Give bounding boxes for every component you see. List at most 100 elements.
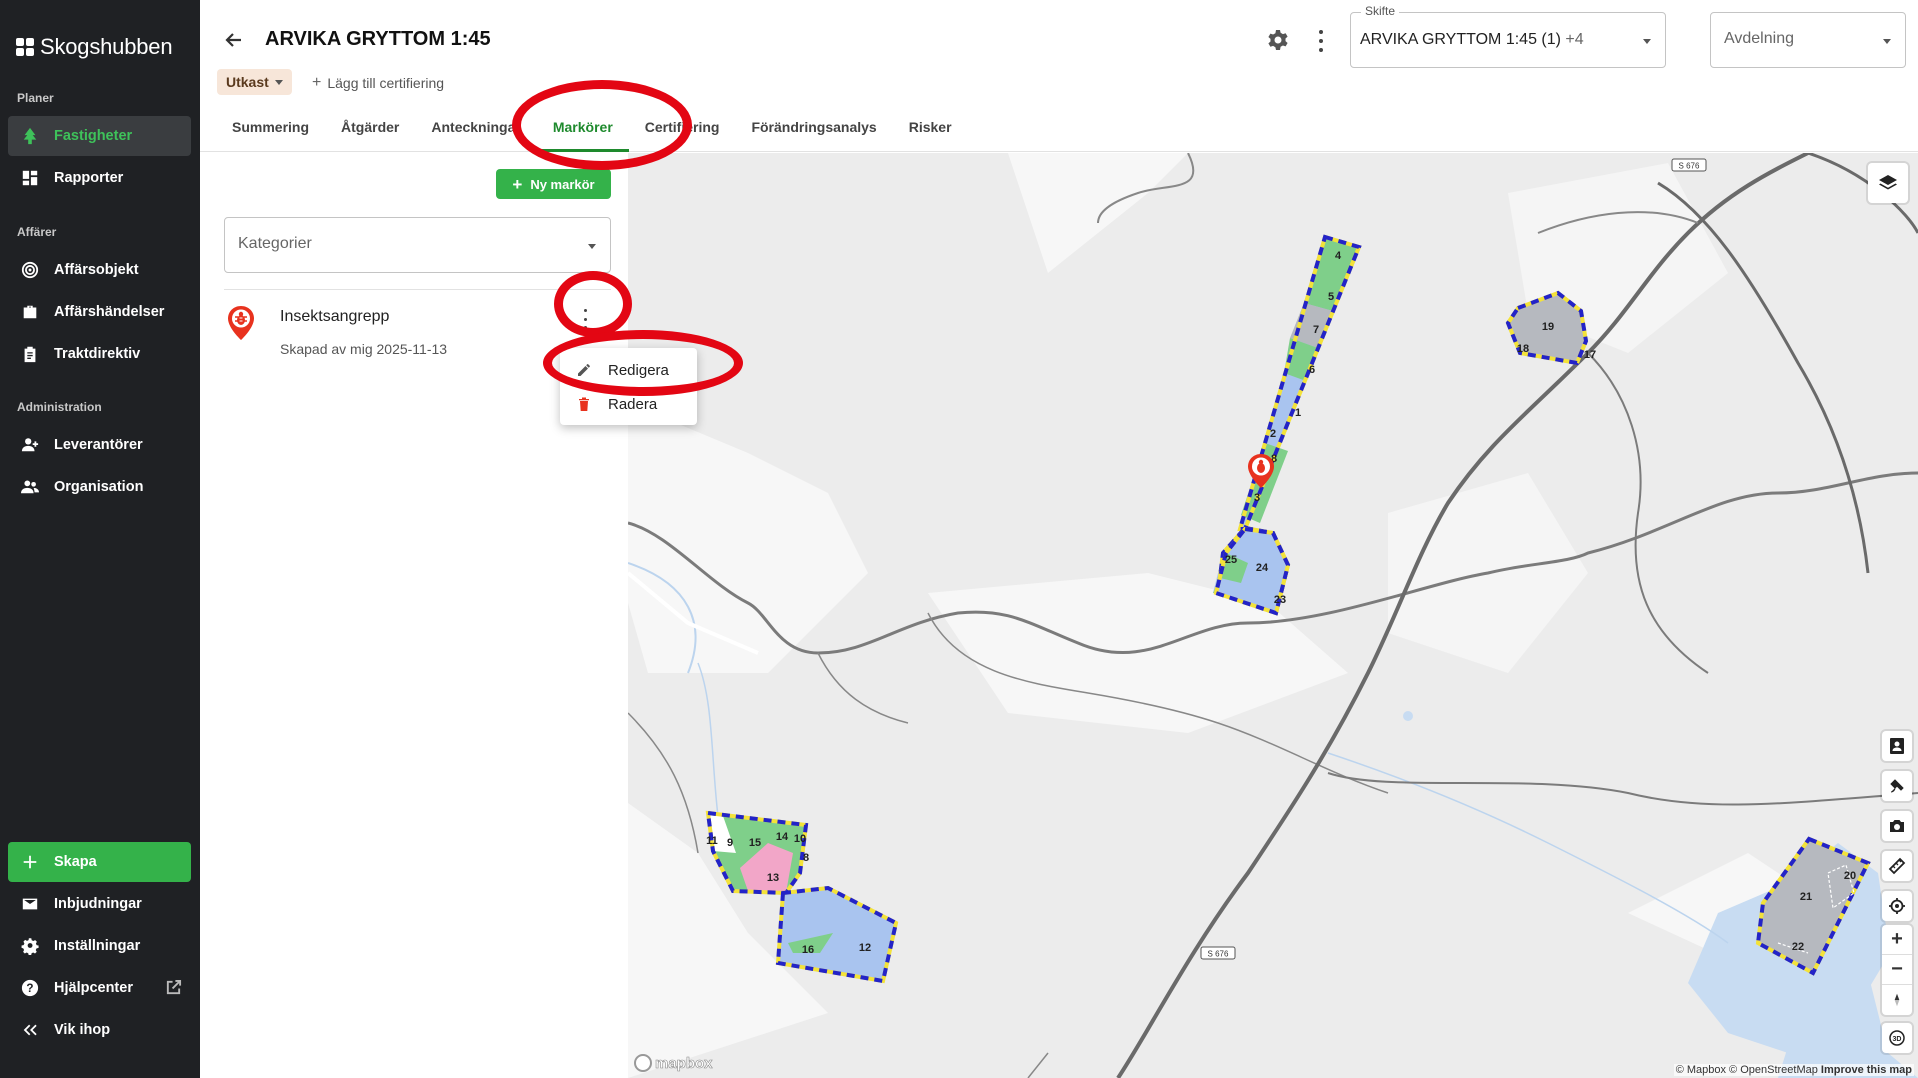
sidebar-collapse-button[interactable]: Vik ihop bbox=[8, 1010, 191, 1050]
gear-icon bbox=[1268, 30, 1288, 50]
svg-text:3D: 3D bbox=[1893, 1036, 1902, 1043]
marker-options-button[interactable] bbox=[580, 309, 590, 329]
3d-toggle-button[interactable]: 3D bbox=[1882, 1023, 1912, 1053]
map-view[interactable]: S 676 S 676 4 5 7 6 1 2 8 3 25 24 23 19 … bbox=[628, 153, 1918, 1078]
svg-text:25: 25 bbox=[1225, 554, 1237, 566]
satellite-button[interactable] bbox=[1882, 771, 1912, 801]
svg-text:21: 21 bbox=[1800, 891, 1812, 903]
sidebar-item-installningar[interactable]: Inställningar bbox=[8, 926, 191, 966]
road-shield: S 676 bbox=[1200, 946, 1236, 960]
settings-button[interactable] bbox=[1266, 28, 1292, 54]
marker-title[interactable]: Insektsangrepp bbox=[280, 308, 389, 326]
sidebar-item-affarsobjekt[interactable]: Affärsobjekt bbox=[8, 250, 191, 290]
tab-atgarder[interactable]: Åtgärder bbox=[325, 112, 415, 152]
sidebar-item-label: Traktdirektiv bbox=[54, 346, 141, 362]
bug-marker-icon bbox=[226, 305, 256, 341]
menu-item-label: Radera bbox=[608, 395, 658, 413]
new-marker-button[interactable]: + Ny markör bbox=[496, 169, 611, 199]
skifte-value: ARVIKA GRYTTOM 1:45 (1) bbox=[1360, 31, 1561, 48]
trash-icon bbox=[579, 397, 589, 411]
create-label: Skapa bbox=[54, 854, 97, 870]
tab-risker[interactable]: Risker bbox=[893, 112, 968, 152]
sidebar-item-rapporter[interactable]: Rapporter bbox=[8, 158, 191, 198]
zoom-in-button[interactable]: + bbox=[1882, 925, 1912, 955]
sidebar-item-organisation[interactable]: Organisation bbox=[8, 467, 191, 507]
sidebar-item-label: Inställningar bbox=[54, 938, 141, 954]
menu-item-radera[interactable]: Radera bbox=[560, 387, 697, 421]
sidebar-item-hjalpcenter[interactable]: ? Hjälpcenter bbox=[8, 968, 191, 1008]
arrow-left-icon bbox=[225, 33, 241, 47]
more-options-button[interactable] bbox=[1316, 30, 1326, 52]
measure-button[interactable] bbox=[1882, 851, 1912, 881]
svg-text:10: 10 bbox=[794, 833, 806, 845]
svg-text:19: 19 bbox=[1542, 321, 1554, 333]
svg-text:22: 22 bbox=[1792, 941, 1804, 953]
layers-button[interactable] bbox=[1868, 163, 1908, 203]
section-affarer: Affärer bbox=[17, 225, 57, 239]
section-planer: Planer bbox=[17, 91, 54, 105]
map-attribution: © Mapbox © OpenStreetMap Improve this ma… bbox=[1673, 1064, 1914, 1076]
clipboard-icon bbox=[20, 344, 40, 364]
skifte-label: Skifte bbox=[1361, 4, 1400, 18]
sidebar-item-inbjudningar[interactable]: Inbjudningar bbox=[8, 884, 191, 924]
zoom-out-button[interactable]: − bbox=[1882, 955, 1912, 985]
markers-panel: + Ny markör Kategorier Insektsangrepp Sk… bbox=[200, 153, 697, 1078]
map-canvas[interactable]: S 676 S 676 4 5 7 6 1 2 8 3 25 24 23 19 … bbox=[628, 153, 1918, 1078]
plus-icon bbox=[20, 852, 40, 872]
section-administration: Administration bbox=[17, 400, 102, 414]
status-dropdown[interactable]: Utkast bbox=[217, 69, 292, 95]
locate-button[interactable] bbox=[1882, 891, 1912, 921]
brand-logo[interactable]: Skogshubben bbox=[16, 34, 173, 60]
svg-text:6: 6 bbox=[1309, 364, 1315, 376]
tab-bar: Summering Åtgärder Anteckningar Markörer… bbox=[216, 112, 968, 152]
add-certification-label: Lägg till certifiering bbox=[327, 75, 445, 91]
svg-text:11: 11 bbox=[706, 835, 718, 847]
road-shield: S 676 bbox=[1671, 158, 1707, 172]
svg-text:7: 7 bbox=[1313, 324, 1319, 336]
sidebar-item-affarshandelser[interactable]: Affärshändelser bbox=[8, 292, 191, 332]
avdelning-placeholder: Avdelning bbox=[1724, 30, 1794, 47]
sidebar-item-label: Affärshändelser bbox=[54, 304, 165, 320]
sidebar-item-label: Rapporter bbox=[54, 170, 124, 186]
svg-text:2: 2 bbox=[1270, 428, 1276, 440]
categories-select[interactable]: Kategorier bbox=[224, 217, 611, 273]
tab-markorer[interactable]: Markörer bbox=[536, 112, 629, 152]
target-icon bbox=[20, 260, 40, 280]
tab-anteckningar[interactable]: Anteckningar bbox=[415, 112, 536, 152]
add-certification-button[interactable]: + Lägg till certifiering bbox=[312, 74, 444, 92]
mapbox-logo[interactable]: mapbox bbox=[634, 1054, 713, 1072]
sidebar-item-fastigheter[interactable]: Fastigheter bbox=[8, 116, 191, 156]
sidebar-item-label: Affärsobjekt bbox=[54, 262, 139, 278]
create-button[interactable]: Skapa bbox=[8, 842, 191, 882]
tab-summering[interactable]: Summering bbox=[216, 112, 325, 152]
sidebar-item-leverantorer[interactable]: Leverantörer bbox=[8, 425, 191, 465]
sidebar-item-label: Organisation bbox=[54, 479, 144, 495]
zoom-controls: + − bbox=[1882, 925, 1912, 1015]
skifte-select[interactable]: Skifte ARVIKA GRYTTOM 1:45 (1) +4 bbox=[1350, 4, 1666, 68]
back-button[interactable] bbox=[224, 30, 246, 52]
tab-certifiering[interactable]: Certifiering bbox=[629, 112, 736, 152]
contact-card-button[interactable] bbox=[1882, 731, 1912, 761]
compass-button[interactable] bbox=[1882, 985, 1912, 1015]
pencil-icon bbox=[578, 364, 590, 376]
menu-item-redigera[interactable]: Redigera bbox=[560, 353, 697, 387]
status-label: Utkast bbox=[226, 74, 269, 90]
attribution-text[interactable]: © Mapbox © OpenStreetMap bbox=[1676, 1064, 1818, 1076]
svg-text:16: 16 bbox=[802, 944, 814, 956]
sidebar-item-traktdirektiv[interactable]: Traktdirektiv bbox=[8, 334, 191, 374]
page-title: ARVIKA GRYTTOM 1:45 bbox=[265, 28, 491, 50]
svg-text:3: 3 bbox=[1254, 492, 1260, 504]
ruler-icon bbox=[1888, 857, 1906, 875]
dashboard-icon bbox=[20, 168, 40, 188]
avdelning-select[interactable]: Avdelning bbox=[1710, 12, 1906, 68]
page-header: ARVIKA GRYTTOM 1:45 Utkast + Lägg till c… bbox=[200, 0, 1918, 152]
svg-text:1: 1 bbox=[1295, 407, 1301, 419]
chevron-down-icon bbox=[274, 79, 283, 85]
svg-text:13: 13 bbox=[767, 872, 779, 884]
gear-icon bbox=[20, 936, 40, 956]
improve-map-link[interactable]: Improve this map bbox=[1821, 1064, 1912, 1076]
camera-button[interactable] bbox=[1882, 811, 1912, 841]
chevron-down-icon bbox=[1643, 39, 1651, 44]
external-link-icon bbox=[165, 979, 183, 997]
tab-forandringsanalys[interactable]: Förändringsanalys bbox=[735, 112, 892, 152]
